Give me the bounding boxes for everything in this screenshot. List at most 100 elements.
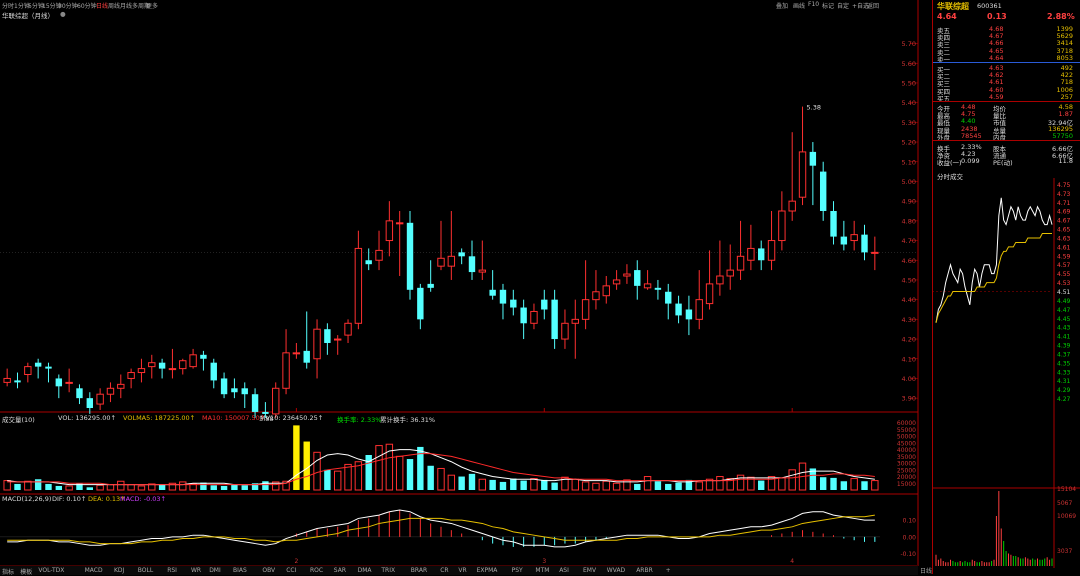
quote-panel: 华联综超 600361 4.64 0.13 2.88% 卖五 4.68 1399 卖四…	[932, 0, 1080, 574]
candle-body	[241, 388, 248, 395]
indicator-tab[interactable]: DMI	[209, 567, 221, 574]
candle-body	[695, 299, 703, 320]
volume-bar	[406, 459, 414, 490]
indicator-tab[interactable]: WR	[191, 567, 201, 574]
indicator-tab[interactable]: VOL-TDX	[38, 567, 64, 574]
indicator-tab[interactable]: TRIX	[381, 567, 395, 574]
candle-body	[623, 273, 631, 277]
price-tick-label: 4.60	[902, 257, 916, 265]
bid-row: 买三 4.61 718	[937, 78, 1077, 88]
candle-body	[45, 366, 52, 369]
volume-bar	[375, 445, 383, 491]
indicator-tab[interactable]: EMV	[583, 567, 596, 574]
volume-bar	[210, 485, 217, 490]
price-tick-label: 4.90	[902, 198, 916, 206]
candle-body	[303, 350, 310, 363]
indicator-tab[interactable]: VR	[458, 567, 466, 574]
indicator-tab[interactable]: CR	[440, 567, 448, 574]
volume-tick-label: 50000	[897, 434, 916, 441]
candle-body	[437, 257, 445, 267]
indicator-tab[interactable]: SAR	[334, 567, 346, 574]
volume-bar	[510, 478, 517, 490]
indicator-tab[interactable]: DMA	[358, 567, 372, 574]
stats-divider	[933, 140, 1080, 141]
intraday-tick-label: 4.29	[1057, 387, 1071, 394]
price-tick-label: 4.80	[902, 217, 916, 225]
price-change-pct: 2.88%	[1047, 12, 1075, 21]
candle-body	[406, 222, 414, 290]
price-tick-label: 4.70	[902, 237, 916, 245]
indicator-tab[interactable]: KDJ	[114, 567, 124, 574]
volume-bar	[654, 481, 662, 490]
candle-body	[468, 256, 476, 273]
indicator-tab[interactable]: BOLL	[138, 567, 153, 574]
candle-body	[447, 255, 456, 267]
candle-body	[840, 236, 848, 245]
volume-bar	[334, 470, 342, 491]
volume-bar	[96, 484, 104, 491]
price-tick-label: 5.00	[902, 178, 916, 186]
indicator-tab[interactable]: OBV	[262, 567, 275, 574]
candle-body	[705, 283, 714, 305]
volume-bar	[447, 474, 456, 491]
volume-bar	[24, 480, 32, 491]
volume-bar	[665, 483, 672, 490]
volume-bar	[14, 483, 21, 490]
volume-bar	[478, 478, 487, 491]
settings-dot-icon[interactable]: ●	[60, 10, 66, 18]
extra-value: 11.8	[1058, 157, 1073, 166]
intraday-chart: 4.75 4.73 4.71 4.69 4.67 4.654.63 4.61 4.59 4.57…	[932, 178, 1080, 568]
indicator-tab[interactable]: BIAS	[233, 567, 247, 574]
volume-bar	[65, 485, 73, 491]
candle-body	[520, 307, 527, 324]
intraday-avg-line	[935, 233, 1052, 323]
intraday-tick-label: 4.33	[1057, 369, 1071, 376]
intraday-tick-label: 4.51	[1057, 289, 1071, 296]
candle-body	[200, 354, 207, 359]
indicator-tab[interactable]: MACD	[85, 567, 103, 574]
volume-legend-item: MV10: 236450.25↑	[260, 414, 324, 422]
indicator-tab[interactable]: CCI	[286, 567, 296, 574]
volume-bar	[695, 481, 703, 491]
volume-bar	[840, 481, 848, 490]
extra-cell: PE(动)	[993, 159, 1013, 168]
ask-row: 卖三 4.66 3414	[937, 39, 1077, 49]
indicator-tab[interactable]: ARBR	[636, 567, 653, 574]
volume-bar	[86, 487, 94, 490]
indicator-tab[interactable]: ASI	[559, 567, 569, 574]
intraday-price-line	[935, 197, 1053, 323]
candle-body	[871, 251, 879, 254]
volume-bar	[55, 485, 63, 490]
candle-body	[675, 303, 682, 316]
candle-body	[168, 368, 177, 371]
last-price: 4.64	[937, 12, 957, 21]
candle-body	[24, 366, 32, 376]
candle-body	[510, 299, 517, 308]
indicator-tab[interactable]: 模板	[20, 567, 32, 576]
volume-bar	[303, 441, 310, 490]
macd-legend-item: DIF: 0.10↑	[52, 495, 87, 503]
intraday-tick-label: 4.67	[1057, 218, 1071, 225]
orderbook-divider	[933, 101, 1080, 102]
candle-body	[127, 372, 135, 379]
volume-bar	[830, 477, 837, 490]
price-tick-label: 4.30	[902, 316, 916, 324]
indicator-tab[interactable]: PSY	[512, 567, 523, 574]
intraday-tick-label: 4.73	[1057, 191, 1071, 198]
indicator-tab[interactable]: EXPMA	[477, 567, 498, 574]
indicator-tab[interactable]: MTM	[535, 567, 549, 574]
indicator-tab[interactable]: +	[666, 567, 671, 574]
candle-body	[272, 387, 280, 415]
indicator-tab[interactable]: ROC	[310, 567, 323, 574]
indicator-tab[interactable]: WVAD	[607, 567, 625, 574]
volume-bar	[262, 481, 269, 490]
volume-bar	[241, 485, 248, 490]
indicator-tab[interactable]: 指标	[2, 567, 14, 576]
candle-body	[76, 388, 83, 399]
volume-legend-item: VOLMA5: 187225.00↑	[123, 414, 196, 422]
indicator-tab[interactable]: BRAR	[411, 567, 427, 574]
bid-row: 买五 4.59 257	[937, 93, 1077, 103]
candle-body	[179, 360, 187, 370]
indicator-tab[interactable]: RSI	[167, 567, 177, 574]
volume-bar	[158, 484, 166, 490]
